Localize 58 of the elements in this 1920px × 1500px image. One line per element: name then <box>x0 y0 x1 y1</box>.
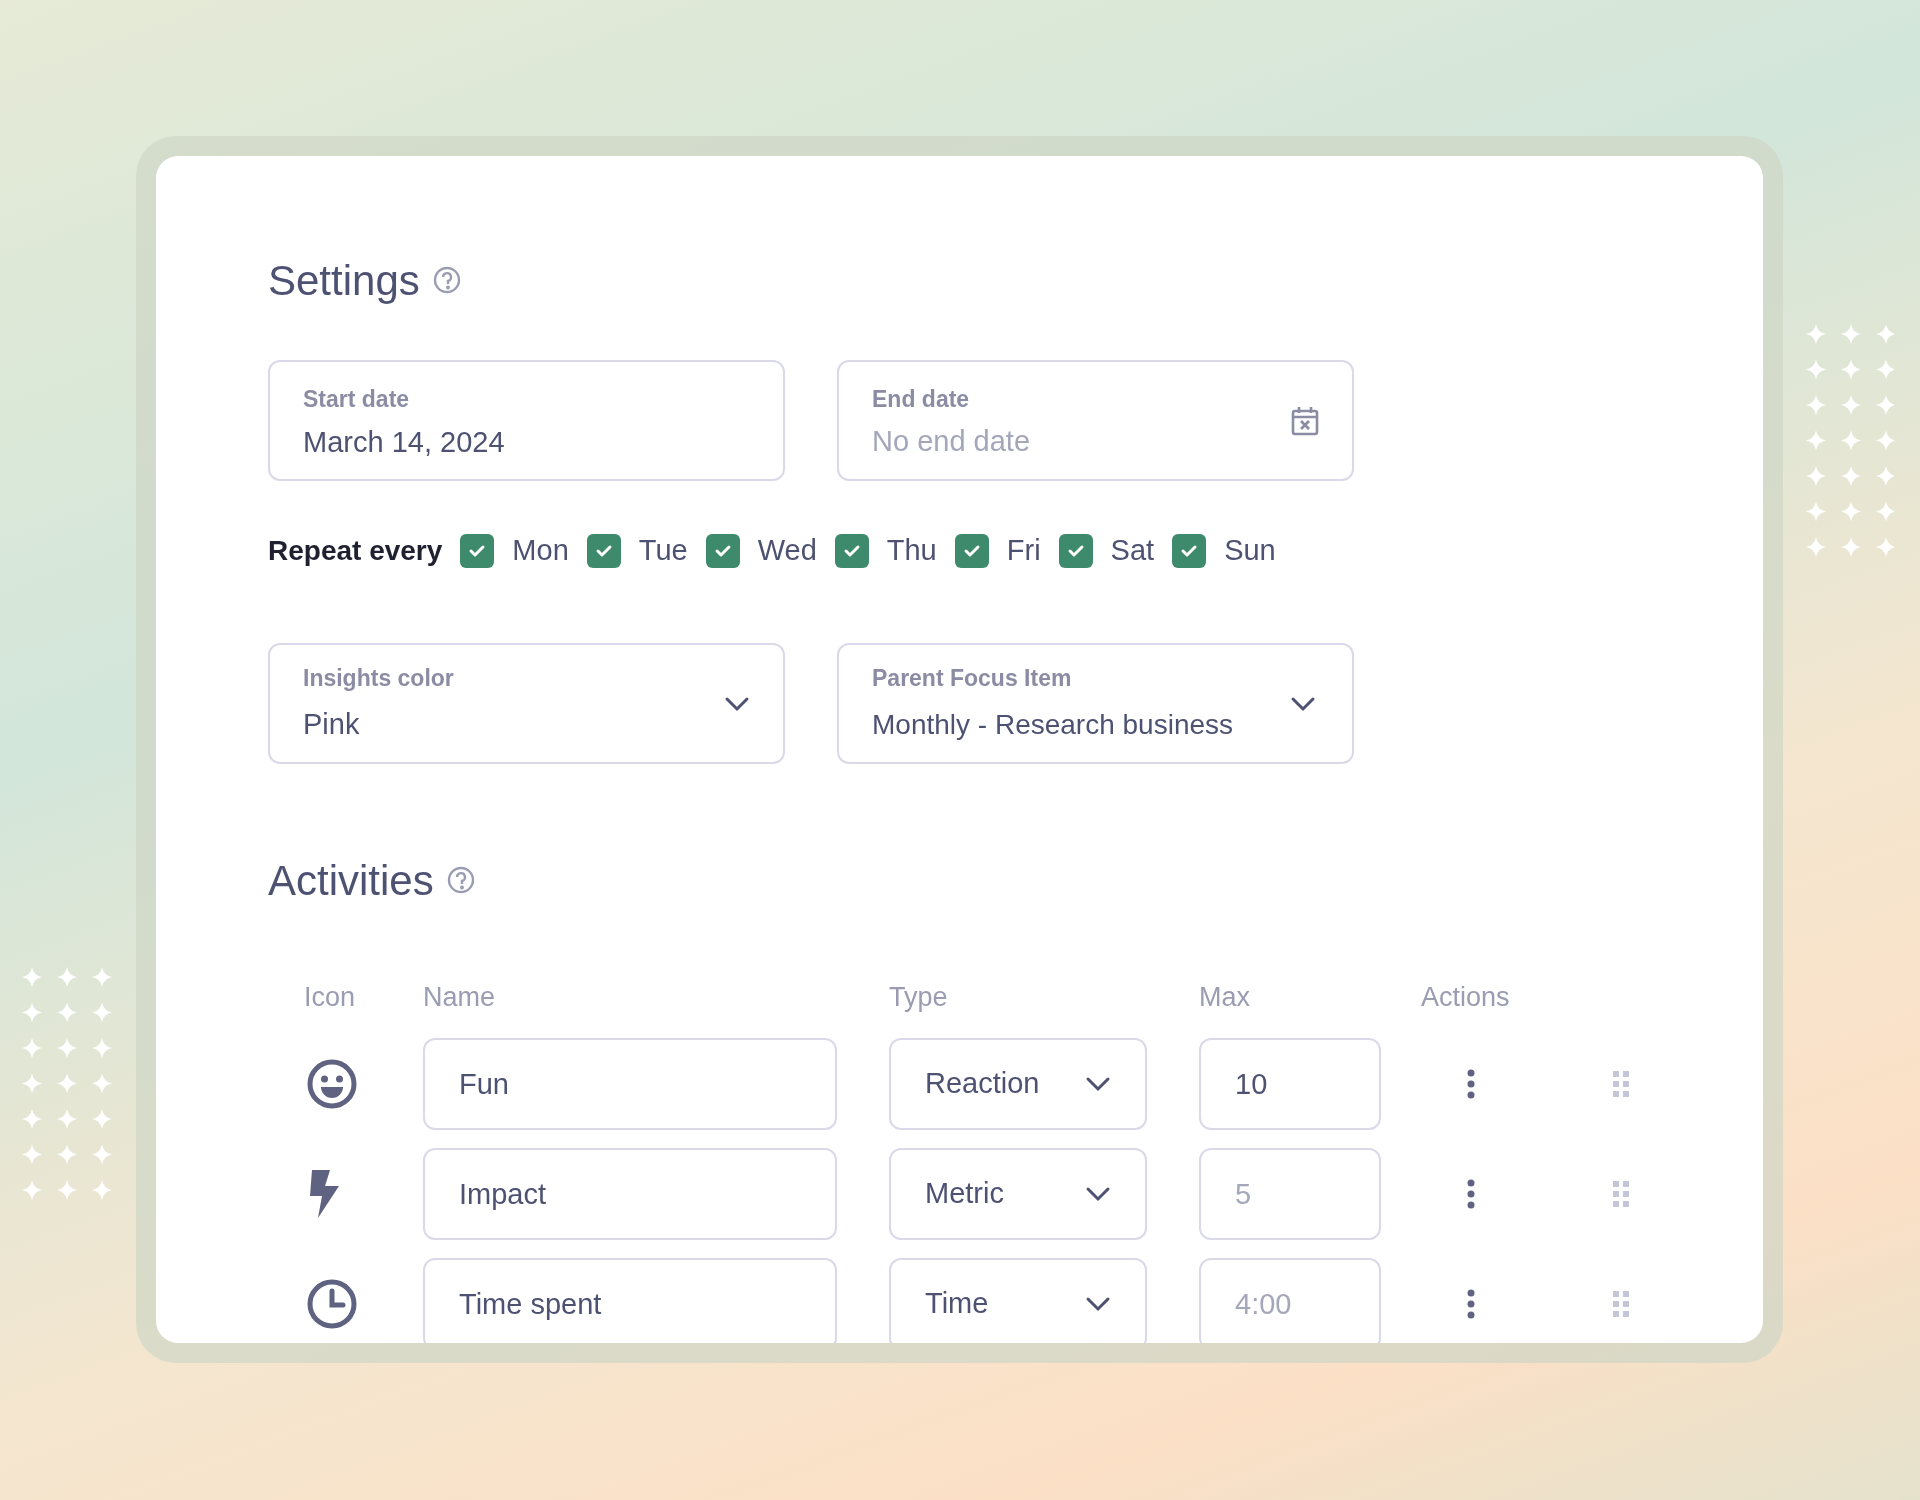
field-label: Parent Focus Item <box>872 664 1073 694</box>
drag-handle-icon[interactable] <box>1613 1291 1629 1317</box>
more-options-icon[interactable] <box>1467 1179 1475 1209</box>
field-label: End date <box>872 384 971 414</box>
calendar-clear-icon[interactable] <box>1291 405 1319 436</box>
clock-icon <box>306 1278 358 1330</box>
day-label: Tue <box>638 533 688 569</box>
chevron-down-icon <box>724 695 750 712</box>
start-date-field[interactable]: Start date March 14, 2024 <box>268 360 785 481</box>
parent-focus-dropdown[interactable]: Parent Focus Item Monthly - Research business <box>837 643 1354 764</box>
help-icon[interactable] <box>445 865 476 895</box>
type-dropdown[interactable]: Reaction <box>889 1038 1147 1130</box>
day-label: Sun <box>1224 533 1276 569</box>
checkbox[interactable] <box>1058 534 1093 568</box>
column-header: Icon <box>303 980 357 1014</box>
drag-handle-icon[interactable] <box>1613 1071 1629 1097</box>
more-options-icon[interactable] <box>1467 1289 1475 1319</box>
name-input[interactable]: Fun <box>423 1038 837 1130</box>
day-label: Wed <box>757 533 817 569</box>
chevron-down-icon <box>1085 1296 1111 1312</box>
drag-handle-icon[interactable] <box>1613 1181 1629 1207</box>
day-label: Fri <box>1006 533 1041 569</box>
type-dropdown[interactable]: Metric <box>889 1148 1147 1240</box>
dropdown-value: Pink <box>303 707 361 742</box>
repeat-label: Repeat every <box>268 534 443 568</box>
insights-color-dropdown[interactable]: Insights color Pink <box>268 643 785 764</box>
dropdown-value: Monthly - Research business <box>872 707 1235 742</box>
max-input[interactable]: 10 <box>1199 1038 1381 1130</box>
chevron-down-icon <box>1290 695 1316 712</box>
column-header: Type <box>889 980 949 1014</box>
field-label: Start date <box>303 385 411 414</box>
day-label: Mon <box>512 533 569 569</box>
checkbox[interactable] <box>1172 534 1207 568</box>
column-header: Name <box>423 980 497 1014</box>
max-input[interactable]: 5 <box>1199 1148 1381 1240</box>
max-input[interactable]: 4:00 <box>1199 1258 1381 1343</box>
column-header: Max <box>1199 980 1251 1014</box>
more-options-icon[interactable] <box>1467 1069 1475 1099</box>
chevron-down-icon <box>1085 1186 1111 1202</box>
type-dropdown[interactable]: Time <box>889 1258 1147 1343</box>
smiley-icon <box>306 1058 358 1110</box>
checkbox[interactable] <box>460 534 495 568</box>
day-label: Sat <box>1110 533 1155 569</box>
date-input[interactable]: No end date <box>872 420 1291 464</box>
checkbox[interactable] <box>586 534 621 568</box>
column-header: Actions <box>1421 980 1511 1014</box>
name-input[interactable]: Time spent <box>423 1258 837 1343</box>
field-label: Insights color <box>303 663 455 693</box>
name-input[interactable]: Impact <box>423 1148 837 1240</box>
chevron-down-icon <box>1085 1076 1111 1092</box>
checkbox[interactable] <box>954 534 989 568</box>
help-icon[interactable] <box>431 265 462 295</box>
section-title: Settings <box>268 255 420 306</box>
date-input[interactable]: March 14, 2024 <box>303 420 750 464</box>
checkbox[interactable] <box>705 534 740 568</box>
checkbox[interactable] <box>834 534 869 568</box>
day-label: Thu <box>886 533 937 569</box>
section-title: Activities <box>268 855 434 906</box>
